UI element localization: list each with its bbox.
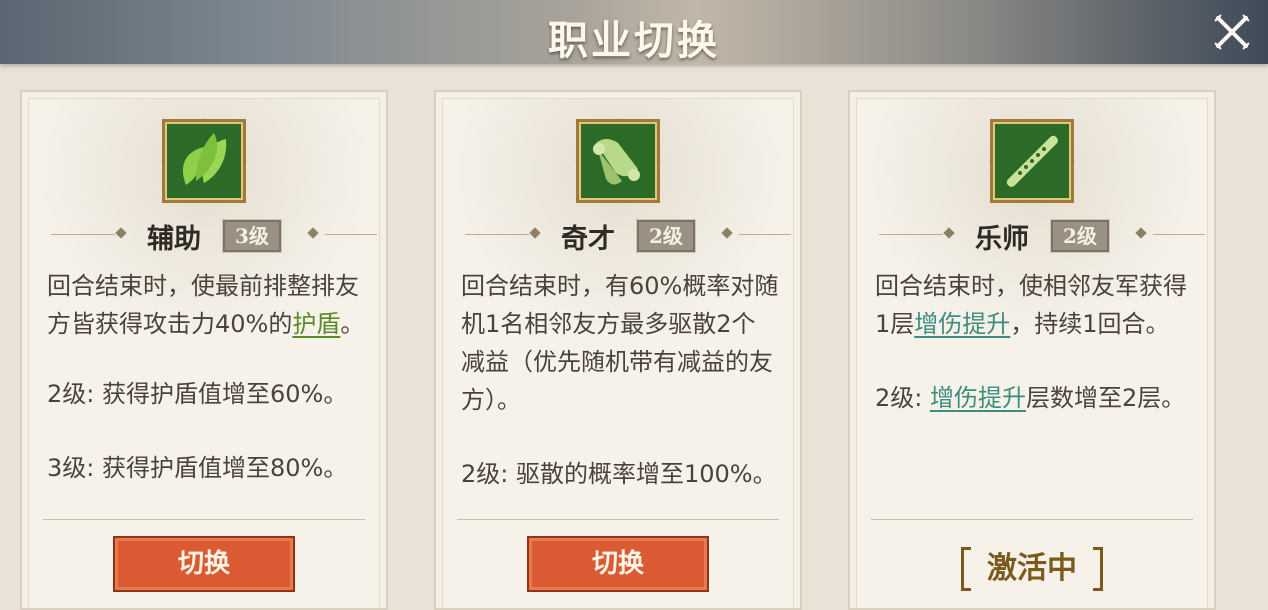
keyword-link-shield[interactable]: 护盾 [292, 310, 340, 338]
divider-line [465, 234, 529, 235]
card-panel: 奇才 2级 回合结束时，有60%概率对随机1名相邻友方最多驱散2个减益（优先随机… [442, 98, 794, 608]
diamond-ornament [1135, 227, 1147, 239]
diamond-ornament [943, 227, 955, 239]
switch-button[interactable]: 切换 [113, 536, 295, 592]
name-row: 辅助 3级 [29, 217, 379, 255]
level-tag: 3级 [222, 219, 282, 253]
divider [43, 519, 365, 520]
job-name: 辅助 [147, 224, 201, 255]
flute-icon [989, 118, 1075, 204]
diamond-ornament [529, 227, 541, 239]
divider-line [325, 234, 377, 235]
active-status-badge: 激活中 [961, 545, 1103, 593]
job-card-musician: 乐师 2级 回合结束时，使相邻友军获得1层增伤提升，持续1回合。 2级: 增伤提… [848, 90, 1216, 610]
diamond-ornament [115, 227, 127, 239]
name-row: 乐师 2级 [857, 217, 1207, 255]
page-title: 职业切换 [548, 17, 720, 64]
desc-text: 回合结束时，有60%概率对随机1名相邻友方最多驱散2个减益（优先随机带有减益的友… [461, 272, 779, 414]
level-tag: 2级 [636, 219, 696, 253]
bracket-right [1093, 547, 1103, 591]
desc-text: ，持续1回合。 [1010, 310, 1170, 338]
level-tag: 2级 [1050, 219, 1110, 253]
job-description: 回合结束时，有60%概率对随机1名相邻友方最多驱散2个减益（优先随机带有减益的友… [461, 267, 779, 529]
divider [871, 519, 1193, 520]
divider-line [739, 234, 791, 235]
job-name: 奇才 [561, 224, 615, 255]
diamond-ornament [721, 227, 733, 239]
level-2-desc: 2级: 获得护盾值增至60%。 [47, 380, 348, 408]
diamond-ornament [307, 227, 319, 239]
job-name: 乐师 [975, 224, 1029, 255]
job-description: 回合结束时，使最前排整排友方皆获得攻击力40%的护盾。 2级: 获得护盾值增至6… [47, 267, 365, 523]
status-text: 激活中 [987, 551, 1077, 586]
level-2-desc: 2级: 驱散的概率增至100%。 [461, 460, 777, 488]
divider-line [1153, 234, 1205, 235]
leaf-icon [161, 118, 247, 204]
desc-text: 。 [340, 310, 365, 338]
name-row: 奇才 2级 [443, 217, 793, 255]
job-card-support: 辅助 3级 回合结束时，使最前排整排友方皆获得攻击力40%的护盾。 2级: 获得… [20, 90, 388, 610]
divider-line [879, 234, 943, 235]
card-panel: 乐师 2级 回合结束时，使相邻友军获得1层增伤提升，持续1回合。 2级: 增伤提… [856, 98, 1208, 608]
divider-line [51, 234, 115, 235]
job-card-genius: 奇才 2级 回合结束时，有60%概率对随机1名相邻友方最多驱散2个减益（优先随机… [434, 90, 802, 610]
keyword-link-damage-boost[interactable]: 增伤提升 [914, 310, 1010, 338]
card-panel: 辅助 3级 回合结束时，使最前排整排友方皆获得攻击力40%的护盾。 2级: 获得… [28, 98, 380, 608]
switch-button[interactable]: 切换 [527, 536, 709, 592]
keyword-link-damage-boost[interactable]: 增伤提升 [930, 384, 1026, 412]
desc-text: 层数增至2层。 [1025, 384, 1186, 412]
divider [457, 519, 779, 520]
job-description: 回合结束时，使相邻友军获得1层增伤提升，持续1回合。 2级: 增伤提升层数增至2… [875, 267, 1193, 453]
desc-text: 2级: [875, 384, 930, 412]
title-bar: 职业切换 [0, 0, 1268, 64]
bracket-left [961, 547, 971, 591]
close-icon[interactable] [1212, 12, 1252, 52]
scroll-icon [575, 118, 661, 204]
level-3-desc: 3级: 获得护盾值增至80%。 [47, 454, 348, 482]
